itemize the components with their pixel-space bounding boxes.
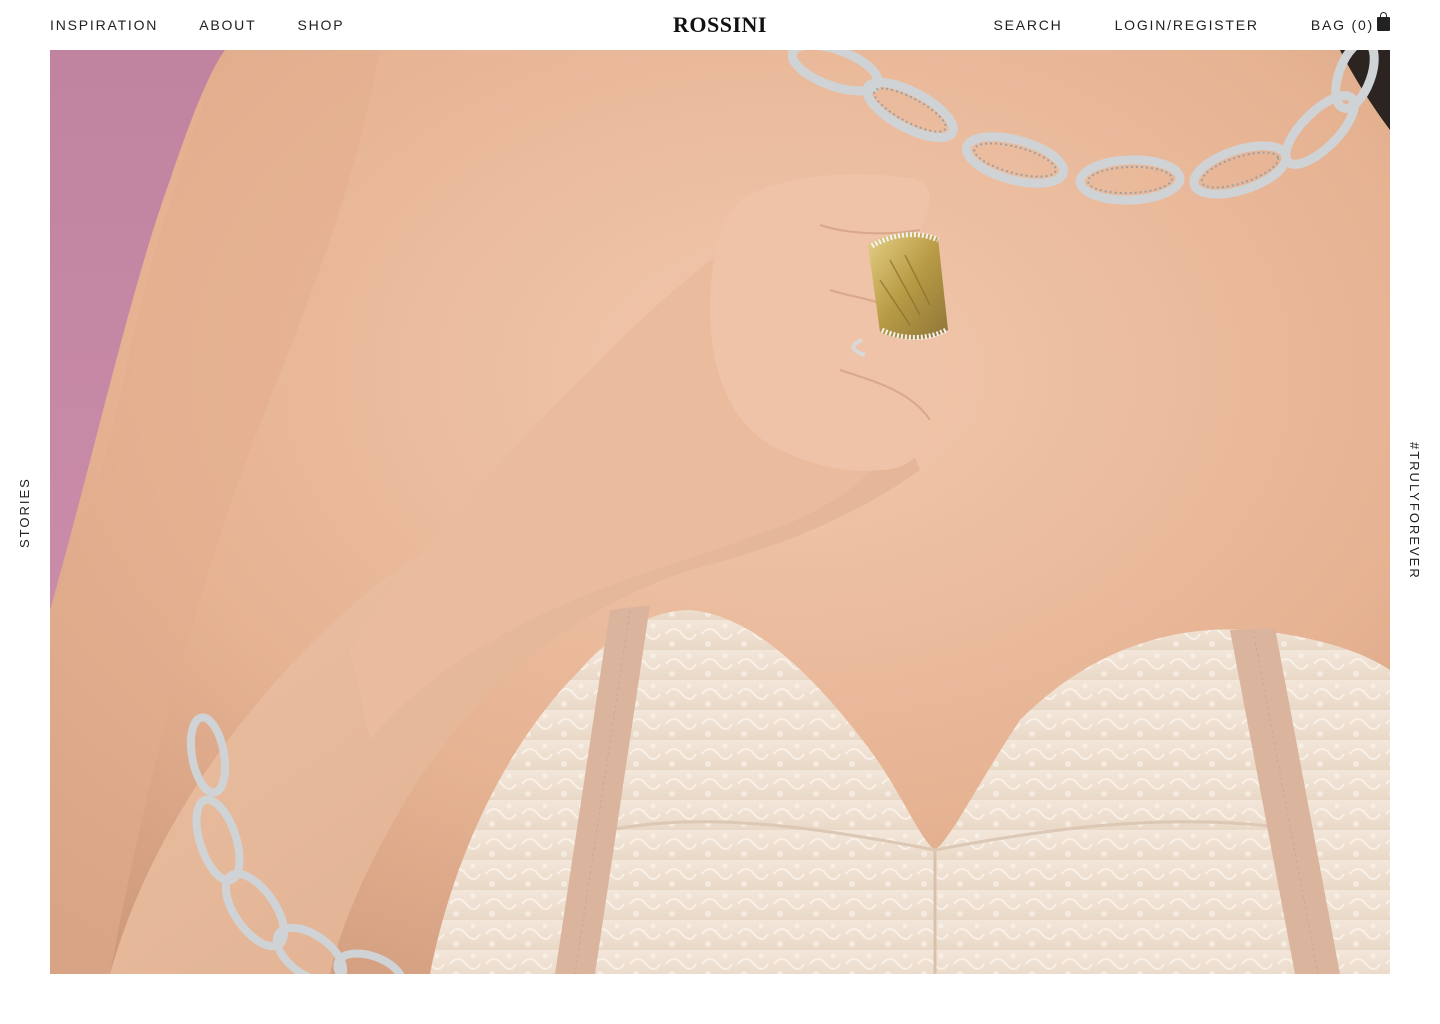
search-link[interactable]: SEARCH xyxy=(993,17,1062,33)
shopping-bag-link[interactable]: BAG (0) xyxy=(1310,12,1390,33)
login-register-link[interactable]: LOGIN/REGISTER xyxy=(1115,17,1259,33)
site-header: INSPIRATION ABOUT SHOP ROSSINI SEARCH LO… xyxy=(0,0,1440,50)
utility-nav: SEARCH LOGIN/REGISTER BAG (0) xyxy=(993,12,1390,33)
hero-image xyxy=(50,50,1390,974)
stories-side-link[interactable]: STORIES xyxy=(17,477,32,548)
shopping-bag-icon xyxy=(1377,12,1390,31)
bag-count-label: BAG (0) xyxy=(1310,17,1374,33)
truly-forever-side-link[interactable]: #TRULYFOREVER xyxy=(1407,442,1422,580)
hero-photo-illustration xyxy=(50,50,1390,974)
